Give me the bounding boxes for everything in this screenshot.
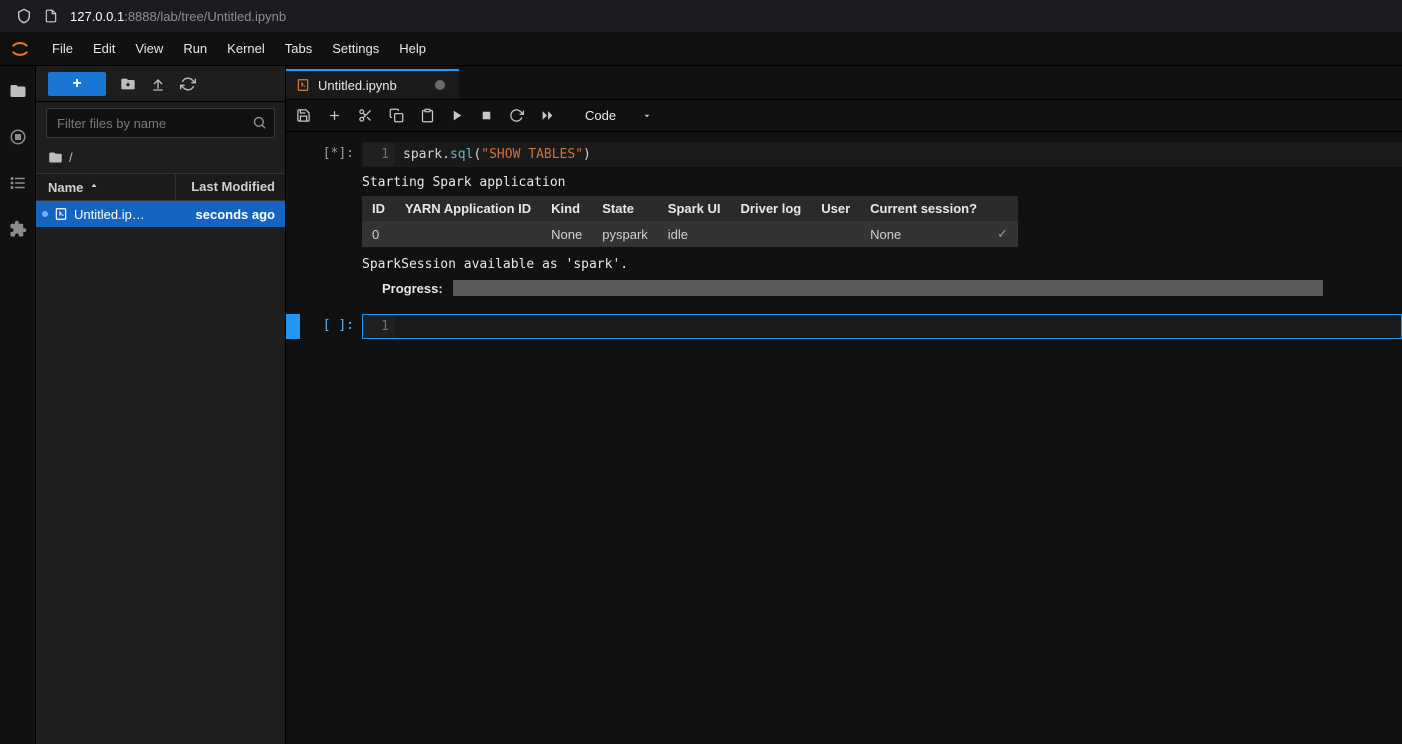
menu-tabs[interactable]: Tabs [275,32,322,66]
file-name: Untitled.ip… [74,207,175,222]
shield-icon [16,8,32,24]
cell-output: Starting Spark application ID YARN Appli… [362,167,1402,296]
add-cell-icon[interactable] [327,108,342,123]
file-row[interactable]: Untitled.ip… seconds ago [36,201,285,227]
cell-gutter [286,314,300,339]
run-icon[interactable] [451,109,464,122]
cell-2[interactable]: [ ]: 1 [286,312,1402,341]
output-table: ID YARN Application ID Kind State Spark … [362,196,1018,247]
new-launcher-button[interactable]: + [48,72,106,96]
new-folder-icon[interactable] [120,76,136,92]
folder-icon[interactable] [9,82,27,100]
file-browser: + / [36,66,286,744]
notebook-toolbar: Code [286,100,1402,132]
notebook-body[interactable]: [*]: 1 spark.sql("SHOW TABLES") Starting… [286,132,1402,744]
save-icon[interactable] [296,108,311,123]
jupyter-logo-icon [8,37,32,61]
file-filter-input[interactable] [46,108,275,138]
breadcrumb[interactable]: / [36,144,285,173]
editor-area: Untitled.ipynb Code [286,66,1402,744]
notebook-icon [54,207,68,221]
cell-1[interactable]: [*]: 1 spark.sql("SHOW TABLES") Starting… [286,140,1402,298]
file-list-header: Name Last Modified [36,173,285,201]
tab-untitled[interactable]: Untitled.ipynb [286,69,459,99]
cell-prompt: [*]: [300,142,362,296]
code-text[interactable] [395,315,1401,338]
tab-title: Untitled.ipynb [318,78,397,93]
file-browser-toolbar: + [36,66,285,102]
editor-tabs: Untitled.ipynb [286,66,1402,100]
line-number: 1 [363,143,395,166]
refresh-icon[interactable] [180,76,196,92]
output-text: SparkSession available as 'spark'. [362,255,1402,274]
menu-edit[interactable]: Edit [83,32,125,66]
code-input[interactable]: 1 [362,314,1402,339]
file-list: Untitled.ip… seconds ago [36,201,285,744]
cut-icon[interactable] [358,108,373,123]
menu-bar: File Edit View Run Kernel Tabs Settings … [0,32,1402,66]
file-filter [46,108,275,138]
restart-icon[interactable] [509,108,524,123]
menu-help[interactable]: Help [389,32,436,66]
page-icon [44,9,58,23]
line-number: 1 [363,315,395,338]
activity-bar [0,66,36,744]
toc-icon[interactable] [9,174,27,192]
upload-icon[interactable] [150,76,166,92]
extensions-icon[interactable] [9,220,27,238]
notebook-icon [296,78,310,92]
code-input[interactable]: 1 spark.sql("SHOW TABLES") [362,142,1402,167]
menu-file[interactable]: File [42,32,83,66]
table-header-row: ID YARN Application ID Kind State Spark … [362,196,1018,221]
progress-bar [453,280,1323,296]
stop-icon[interactable] [480,109,493,122]
progress-label: Progress: [362,281,443,296]
cell-prompt: [ ]: [300,314,362,339]
paste-icon[interactable] [420,108,435,123]
chevron-down-icon [642,111,652,121]
menu-run[interactable]: Run [173,32,217,66]
cell-type-select[interactable]: Code [577,106,660,125]
column-modified[interactable]: Last Modified [175,173,285,201]
search-icon [252,115,267,130]
folder-icon [48,150,63,165]
column-name[interactable]: Name [36,180,175,195]
menu-view[interactable]: View [125,32,173,66]
output-text: Starting Spark application [362,173,1402,192]
table-row: 0 None pyspark idle None ✓ [362,221,1018,247]
running-icon[interactable] [9,128,27,146]
url-text[interactable]: 127.0.0.1:8888/lab/tree/Untitled.ipynb [70,9,286,24]
dirty-indicator-icon [435,80,445,90]
code-text[interactable]: spark.sql("SHOW TABLES") [395,143,1401,166]
browser-address-bar: 127.0.0.1:8888/lab/tree/Untitled.ipynb [0,0,1402,32]
run-all-icon[interactable] [540,109,555,122]
progress-row: Progress: [362,280,1402,296]
menu-settings[interactable]: Settings [322,32,389,66]
breadcrumb-root[interactable]: / [69,150,73,165]
copy-icon[interactable] [389,108,404,123]
sort-asc-icon [89,182,99,192]
running-dot-icon [42,211,48,217]
cell-gutter [286,142,300,296]
check-icon: ✓ [987,221,1018,247]
file-modified: seconds ago [175,207,285,222]
menu-kernel[interactable]: Kernel [217,32,275,66]
